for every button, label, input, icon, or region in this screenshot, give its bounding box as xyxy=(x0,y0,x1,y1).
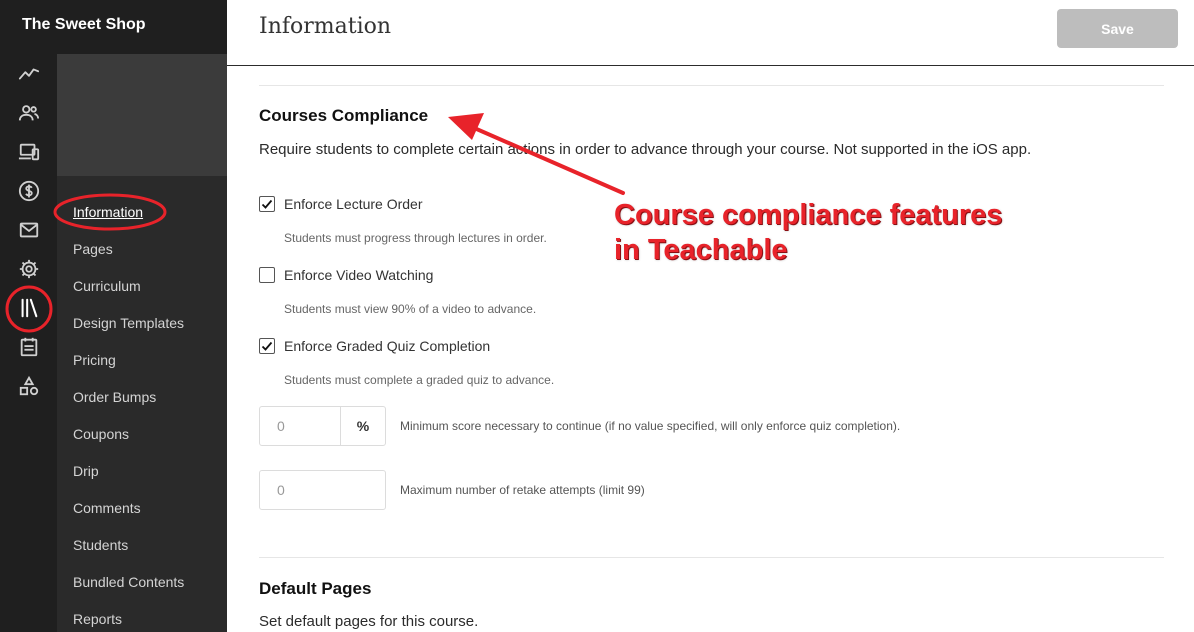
percent-addon: % xyxy=(340,406,386,446)
min-score-help: Minimum score necessary to continue (if … xyxy=(400,419,901,433)
subnav-item-students[interactable]: Students xyxy=(73,537,128,553)
subnav-item-order-bumps[interactable]: Order Bumps xyxy=(73,389,156,405)
subnav-item-design-templates[interactable]: Design Templates xyxy=(73,315,184,331)
annotation-caption: Course compliance features in Teachable xyxy=(614,198,1002,268)
subnav-item-pages[interactable]: Pages xyxy=(73,241,113,257)
section-title-compliance: Courses Compliance xyxy=(259,106,429,125)
users-icon[interactable] xyxy=(14,98,44,128)
annotation-line-1: Course compliance features xyxy=(614,199,1003,231)
max-retakes-help: Maximum number of retake attempts (limit… xyxy=(400,483,645,497)
subnav-item-reports[interactable]: Reports xyxy=(73,611,122,627)
annotation-arrow-shaft xyxy=(470,125,625,195)
mail-icon[interactable] xyxy=(14,215,44,245)
course-subnav: Information Pages Curriculum Design Temp… xyxy=(57,54,227,632)
enforce-video-watching-help: Students must view 90% of a video to adv… xyxy=(284,302,537,316)
enforce-graded-quiz-label[interactable]: Enforce Graded Quiz Completion xyxy=(284,338,490,354)
settings-icon[interactable] xyxy=(14,254,44,284)
max-retakes-input[interactable]: 0 xyxy=(259,470,386,510)
calendar-icon[interactable] xyxy=(14,332,44,362)
enforce-lecture-order-label[interactable]: Enforce Lecture Order xyxy=(284,196,423,212)
page-title: Information xyxy=(259,14,392,39)
subnav-item-drip[interactable]: Drip xyxy=(73,463,99,479)
school-name[interactable]: The Sweet Shop xyxy=(22,16,146,34)
icon-rail xyxy=(0,54,57,632)
checkmark-icon xyxy=(261,341,273,351)
save-button[interactable]: Save xyxy=(1057,9,1178,48)
subnav-item-bundled-contents[interactable]: Bundled Contents xyxy=(73,574,184,590)
page-header: Information Save xyxy=(227,0,1194,66)
devices-icon[interactable] xyxy=(14,137,44,167)
enforce-video-watching-label[interactable]: Enforce Video Watching xyxy=(284,267,433,283)
enforce-graded-quiz-checkbox[interactable] xyxy=(259,338,275,354)
app: The Sweet Shop Information Pages Curricu… xyxy=(0,0,1194,632)
enforce-graded-quiz-option[interactable]: Enforce Graded Quiz Completion xyxy=(259,338,490,354)
enforce-video-watching-checkbox[interactable] xyxy=(259,267,275,283)
enforce-video-watching-option[interactable]: Enforce Video Watching xyxy=(259,267,433,283)
annotation-line-2: in Teachable xyxy=(614,234,788,266)
enforce-lecture-order-checkbox[interactable] xyxy=(259,196,275,212)
subnav-item-coupons[interactable]: Coupons xyxy=(73,426,129,442)
enforce-lecture-order-option[interactable]: Enforce Lecture Order xyxy=(259,196,423,212)
subnav-item-pricing[interactable]: Pricing xyxy=(73,352,116,368)
course-thumbnail xyxy=(57,54,227,176)
checkmark-icon xyxy=(261,199,273,209)
subnav-item-curriculum[interactable]: Curriculum xyxy=(73,278,141,294)
subnav-item-information[interactable]: Information xyxy=(73,204,143,220)
shapes-icon[interactable] xyxy=(14,371,44,401)
analytics-icon[interactable] xyxy=(14,59,44,89)
section-title-default-pages: Default Pages xyxy=(259,579,372,598)
enforce-graded-quiz-help: Students must complete a graded quiz to … xyxy=(284,373,555,387)
divider xyxy=(259,85,1164,86)
section-description-compliance: Require students to complete certain act… xyxy=(259,141,1032,158)
annotation-arrow-head xyxy=(448,113,484,140)
divider xyxy=(259,557,1164,558)
min-score-input[interactable]: 0 xyxy=(259,406,341,446)
subnav-item-comments[interactable]: Comments xyxy=(73,500,141,516)
dollar-icon[interactable] xyxy=(14,176,44,206)
enforce-lecture-order-help: Students must progress through lectures … xyxy=(284,231,547,245)
library-icon[interactable] xyxy=(14,293,44,323)
school-header: The Sweet Shop xyxy=(0,0,227,54)
section-description-default-pages: Set default pages for this course. xyxy=(259,613,479,630)
